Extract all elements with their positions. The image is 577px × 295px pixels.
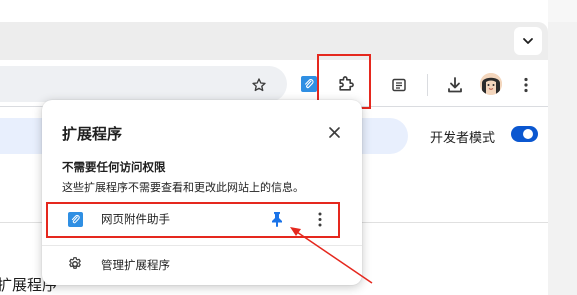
close-icon <box>328 126 340 138</box>
avatar-image <box>480 73 502 95</box>
toggle-knob <box>523 129 533 139</box>
paperclip-icon <box>305 79 314 89</box>
manage-extensions-label: 管理扩展程序 <box>101 258 170 272</box>
star-icon <box>252 78 266 92</box>
section-description: 这些扩展程序不需要查看和更改此网站上的信息。 <box>62 181 304 194</box>
manage-extensions-row[interactable] <box>42 250 362 280</box>
reading-list-button[interactable] <box>388 74 410 96</box>
profile-avatar[interactable] <box>480 73 502 95</box>
toolbar-divider <box>427 74 428 96</box>
close-button[interactable] <box>324 122 344 142</box>
kebab-menu-icon <box>524 77 528 93</box>
popup-divider <box>42 245 362 246</box>
developer-mode-label: 开发者模式 <box>430 131 496 146</box>
section-title: 不需要任何访问权限 <box>62 160 166 174</box>
browser-menu-button[interactable] <box>516 74 536 96</box>
gear-icon <box>66 255 84 273</box>
bookmark-star-button[interactable] <box>246 72 272 98</box>
downloads-button[interactable] <box>443 73 467 97</box>
reading-list-icon <box>392 78 406 92</box>
popup-title: 扩展程序 <box>62 125 123 143</box>
extension-pinned-icon[interactable] <box>301 76 317 92</box>
tab-search-button[interactable] <box>514 27 542 55</box>
window-background <box>548 0 577 22</box>
tab-strip <box>0 22 548 60</box>
annotation-highlight-box <box>46 202 340 238</box>
chevron-down-icon <box>523 38 533 44</box>
address-bar[interactable] <box>0 66 287 102</box>
download-icon <box>448 77 462 93</box>
window-edge <box>548 22 577 295</box>
